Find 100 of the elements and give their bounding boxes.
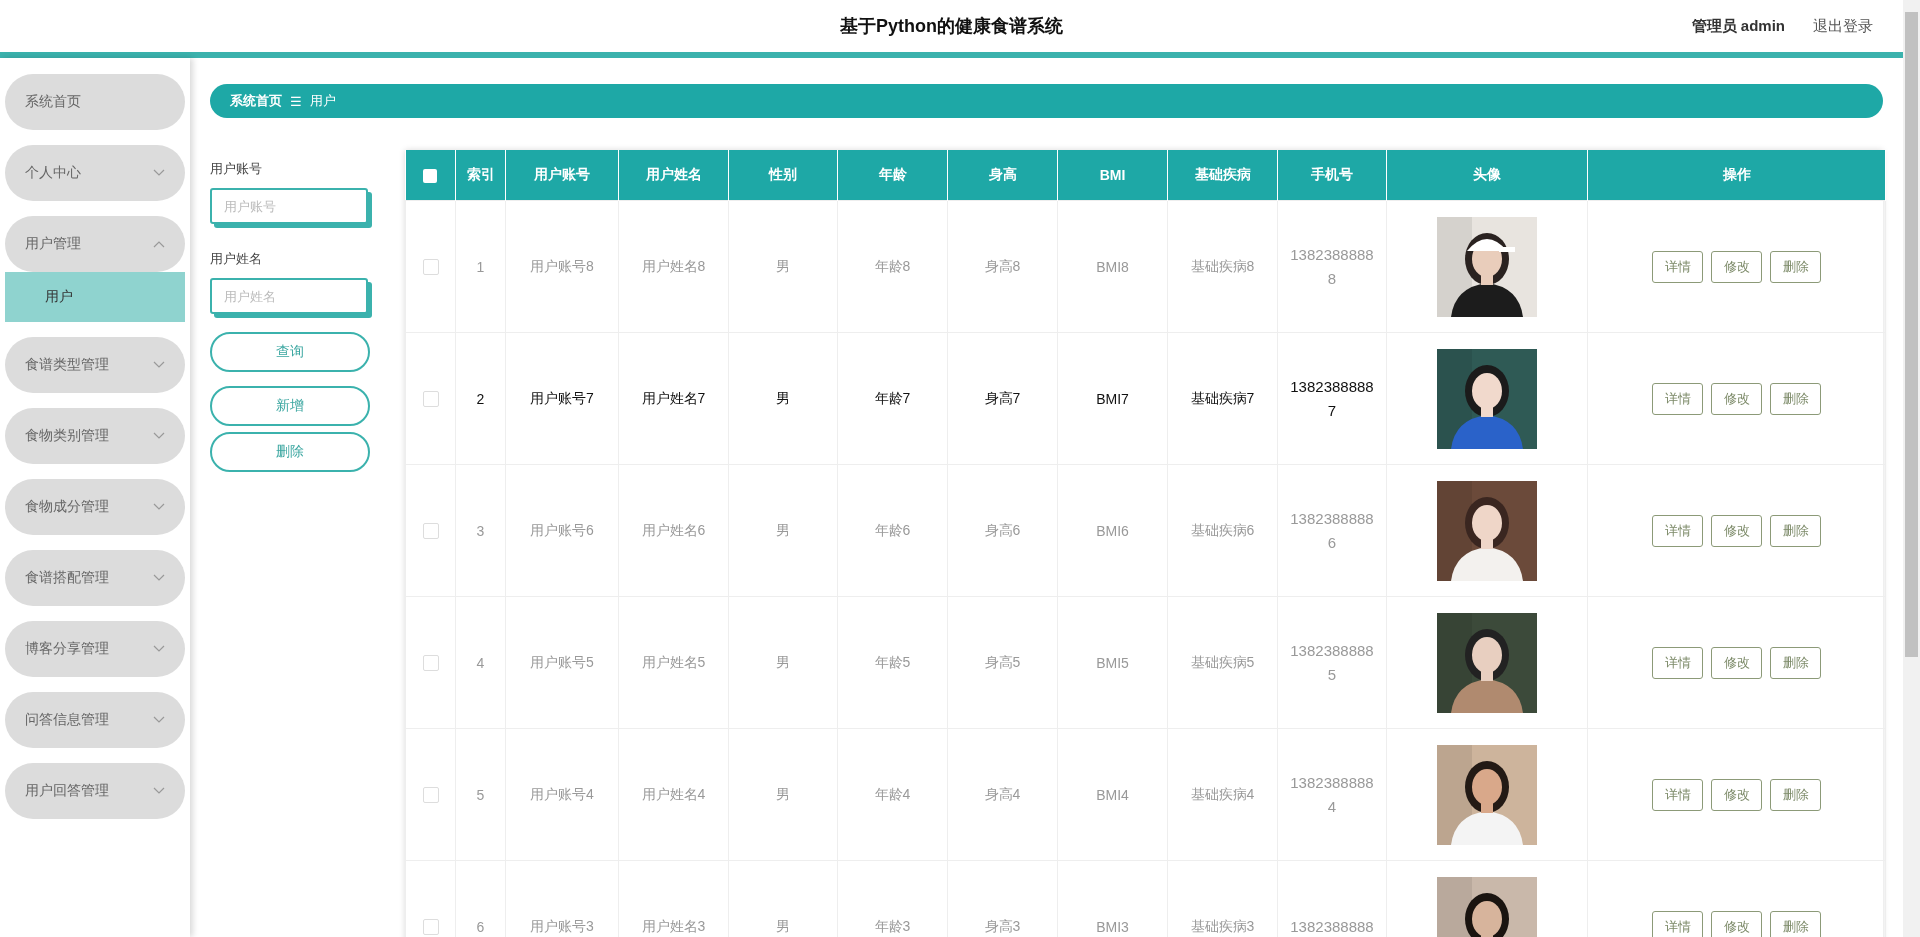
table-cell: 5 <box>476 786 485 803</box>
chevron-down-icon <box>153 503 165 511</box>
admin-user-label: 管理员 admin <box>1691 16 1785 36</box>
table-cell: 男 <box>776 785 790 802</box>
add-button[interactable]: 新增 <box>210 386 370 426</box>
table-cell: 基础疾病7 <box>1190 389 1255 406</box>
edit-button[interactable]: 修改 <box>1711 382 1762 415</box>
column-header: 年龄 <box>837 150 948 201</box>
sidebar-subitem[interactable]: 用户 <box>5 272 185 322</box>
edit-button[interactable]: 修改 <box>1711 514 1762 547</box>
search-button[interactable]: 查询 <box>210 332 370 372</box>
table-cell: 年龄6 <box>874 521 911 538</box>
select-all-checkbox[interactable] <box>423 169 438 184</box>
table-cell: BMI5 <box>1096 654 1129 671</box>
scrollbar[interactable] <box>1903 0 1920 937</box>
table-cell: 6 <box>476 918 485 935</box>
table-cell: 2 <box>476 390 485 407</box>
table-cell: 4 <box>476 654 485 671</box>
delete-button[interactable]: 删除 <box>1770 382 1821 415</box>
detail-button[interactable]: 详情 <box>1652 514 1703 547</box>
chevron-down-icon <box>153 787 165 795</box>
table-cell: 基础疾病3 <box>1190 917 1255 934</box>
table-cell: 基础疾病4 <box>1190 785 1255 802</box>
edit-button[interactable]: 修改 <box>1711 910 1762 937</box>
table-cell: 基础疾病8 <box>1190 257 1255 274</box>
breadcrumb-separator: ☰ <box>290 93 302 109</box>
detail-button[interactable]: 详情 <box>1652 646 1703 679</box>
delete-button[interactable]: 删除 <box>1770 910 1821 937</box>
detail-button[interactable]: 详情 <box>1652 778 1703 811</box>
row-checkbox[interactable] <box>422 259 439 276</box>
table-cell: 用户账号6 <box>530 521 594 538</box>
search-field[interactable]: 用户账号 <box>210 188 368 224</box>
table-cell: 用户姓名4 <box>641 785 706 802</box>
table-cell: 用户账号7 <box>530 389 594 406</box>
chevron-down-icon <box>153 645 165 653</box>
table-cell: 3 <box>476 522 485 539</box>
table-cell: 用户姓名3 <box>641 917 706 934</box>
table-cell: BMI7 <box>1096 390 1129 407</box>
row-checkbox[interactable] <box>422 919 439 936</box>
table-cell: 男 <box>776 257 790 274</box>
edit-button[interactable]: 修改 <box>1711 250 1762 283</box>
field-label: 用户账号 <box>210 160 263 178</box>
table-cell: 用户账号3 <box>530 917 594 934</box>
table-cell-text: 13823888886 <box>1289 508 1375 553</box>
sidebar-item[interactable]: 问答信息管理 <box>5 692 185 748</box>
sidebar-item[interactable]: 食物类别管理 <box>5 408 185 464</box>
table-cell: BMI8 <box>1096 258 1129 275</box>
table-cell: BMI3 <box>1096 918 1129 935</box>
table-cell-text: 13823888887 <box>1289 376 1375 421</box>
chevron-down-icon <box>153 169 165 177</box>
sidebar-item[interactable]: 用户回答管理 <box>5 763 185 819</box>
row-checkbox[interactable] <box>422 523 439 540</box>
sidebar-item[interactable]: 食谱类型管理 <box>5 337 185 393</box>
delete-button[interactable]: 删除 <box>1770 514 1821 547</box>
row-checkbox[interactable] <box>422 787 439 804</box>
column-header: 用户账号 <box>505 150 619 201</box>
chevron-down-icon <box>153 432 165 440</box>
table-cell: 年龄7 <box>874 389 911 406</box>
delete-button[interactable]: 删除 <box>210 432 370 472</box>
delete-button[interactable]: 删除 <box>1770 646 1821 679</box>
table-cell: 用户姓名8 <box>641 257 706 274</box>
table-cell: 身高6 <box>984 521 1021 538</box>
table-cell: 男 <box>776 389 790 406</box>
table-cell: 年龄3 <box>874 917 911 934</box>
search-field[interactable]: 用户姓名 <box>210 278 368 314</box>
table-cell: 用户账号8 <box>530 257 594 274</box>
edit-button[interactable]: 修改 <box>1711 778 1762 811</box>
sidebar-item[interactable]: 博客分享管理 <box>5 621 185 677</box>
table-cell: 用户账号4 <box>530 785 594 802</box>
sidebar-item[interactable]: 用户管理 <box>5 216 185 272</box>
table-cell: 用户姓名7 <box>641 389 706 406</box>
detail-button[interactable]: 详情 <box>1652 382 1703 415</box>
column-header: 身高 <box>947 150 1058 201</box>
table-cell: 年龄4 <box>874 785 911 802</box>
table-cell: 基础疾病6 <box>1190 521 1255 538</box>
edit-button[interactable]: 修改 <box>1711 646 1762 679</box>
logout-link[interactable]: 退出登录 <box>1813 16 1873 36</box>
table-cell: 男 <box>776 653 790 670</box>
sidebar-item[interactable]: 系统首页 <box>5 74 185 130</box>
column-header: 性别 <box>728 150 838 201</box>
row-checkbox[interactable] <box>422 655 439 672</box>
breadcrumb-link[interactable]: 用户 <box>310 92 336 110</box>
sidebar-item[interactable]: 食谱搭配管理 <box>5 550 185 606</box>
table-cell: 年龄8 <box>874 257 911 274</box>
breadcrumb-link[interactable]: 系统首页 <box>230 92 282 110</box>
sidebar-item[interactable]: 食物成分管理 <box>5 479 185 535</box>
field-label: 用户姓名 <box>210 250 263 268</box>
column-header: 手机号 <box>1277 150 1387 201</box>
delete-button[interactable]: 删除 <box>1770 778 1821 811</box>
table-cell: 基础疾病5 <box>1190 653 1255 670</box>
detail-button[interactable]: 详情 <box>1652 250 1703 283</box>
column-header: 操作 <box>1587 150 1886 201</box>
table-cell: 身高5 <box>984 653 1021 670</box>
table-cell: BMI4 <box>1096 786 1129 803</box>
column-header: 用户姓名 <box>618 150 729 201</box>
detail-button[interactable]: 详情 <box>1652 910 1703 937</box>
row-checkbox[interactable] <box>422 391 439 408</box>
sidebar-item[interactable]: 个人中心 <box>5 145 185 201</box>
delete-button[interactable]: 删除 <box>1770 250 1821 283</box>
chevron-down-icon <box>153 716 165 724</box>
